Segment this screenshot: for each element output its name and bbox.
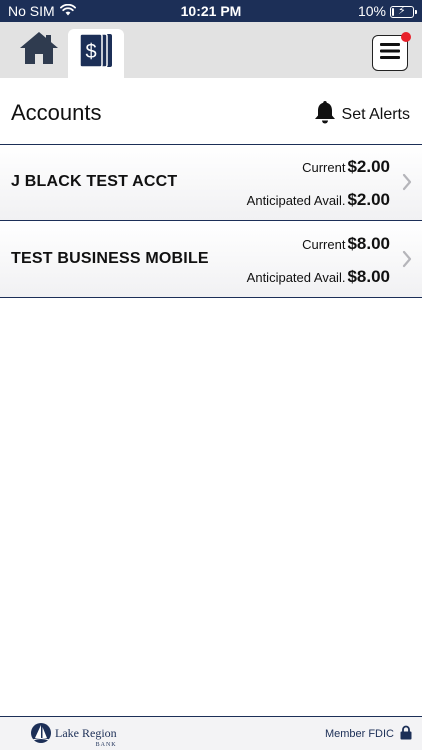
bank-logo: Lake Region BANK	[30, 722, 117, 749]
home-icon	[18, 29, 60, 72]
account-row[interactable]: TEST BUSINESS MOBILE Current $8.00 Antic…	[0, 222, 422, 298]
status-bar: No SIM 10:21 PM 10% ⚡	[0, 0, 422, 22]
account-name: TEST BUSINESS MOBILE	[11, 250, 209, 267]
chevron-right-icon	[402, 250, 412, 273]
anticipated-value: $8.00	[347, 267, 390, 286]
bank-name: Lake Region	[55, 725, 117, 740]
anticipated-balance: Anticipated Avail. $2.00	[247, 190, 390, 210]
bank-sub: BANK	[95, 741, 117, 748]
sail-logo-icon	[30, 722, 52, 749]
set-alerts-button[interactable]: Set Alerts	[314, 100, 410, 129]
anticipated-value: $2.00	[347, 190, 390, 209]
current-label: Current	[302, 237, 346, 252]
hamburger-menu-icon	[380, 42, 400, 64]
lock-icon	[400, 725, 412, 743]
tab-accounts[interactable]: $	[68, 29, 124, 78]
charging-bolt-icon: ⚡	[398, 4, 406, 17]
tab-home[interactable]	[12, 22, 66, 78]
current-label: Current	[302, 160, 346, 175]
current-balance: Current $8.00	[302, 234, 390, 254]
fdic-notice: Member FDIC	[325, 725, 412, 743]
nav-bar: $	[0, 22, 422, 78]
battery-icon: ⚡	[390, 4, 417, 18]
battery-percent: 10%	[357, 3, 386, 19]
notification-badge	[401, 32, 411, 42]
status-right: 10% ⚡	[357, 3, 417, 19]
account-row[interactable]: J BLACK TEST ACCT Current $2.00 Anticipa…	[0, 145, 422, 221]
menu-button[interactable]	[372, 32, 411, 71]
bell-icon	[314, 100, 336, 129]
accounts-dollar-icon: $	[78, 32, 114, 75]
anticipated-label: Anticipated Avail.	[246, 270, 346, 285]
accounts-header: Accounts Set Alerts	[0, 78, 422, 145]
footer: Lake Region BANK Member FDIC	[0, 716, 422, 750]
fdic-text: Member FDIC	[324, 728, 394, 740]
current-value: $8.00	[347, 234, 390, 253]
set-alerts-label: Set Alerts	[341, 105, 410, 123]
anticipated-label: Anticipated Avail.	[246, 193, 346, 208]
current-value: $2.00	[347, 157, 390, 176]
account-name: J BLACK TEST ACCT	[11, 173, 178, 190]
chevron-right-icon	[402, 173, 412, 196]
svg-text:$: $	[85, 41, 96, 63]
current-balance: Current $2.00	[302, 157, 390, 177]
anticipated-balance: Anticipated Avail. $8.00	[247, 267, 390, 287]
battery-level	[392, 7, 394, 16]
page-title: Accounts	[11, 100, 102, 125]
